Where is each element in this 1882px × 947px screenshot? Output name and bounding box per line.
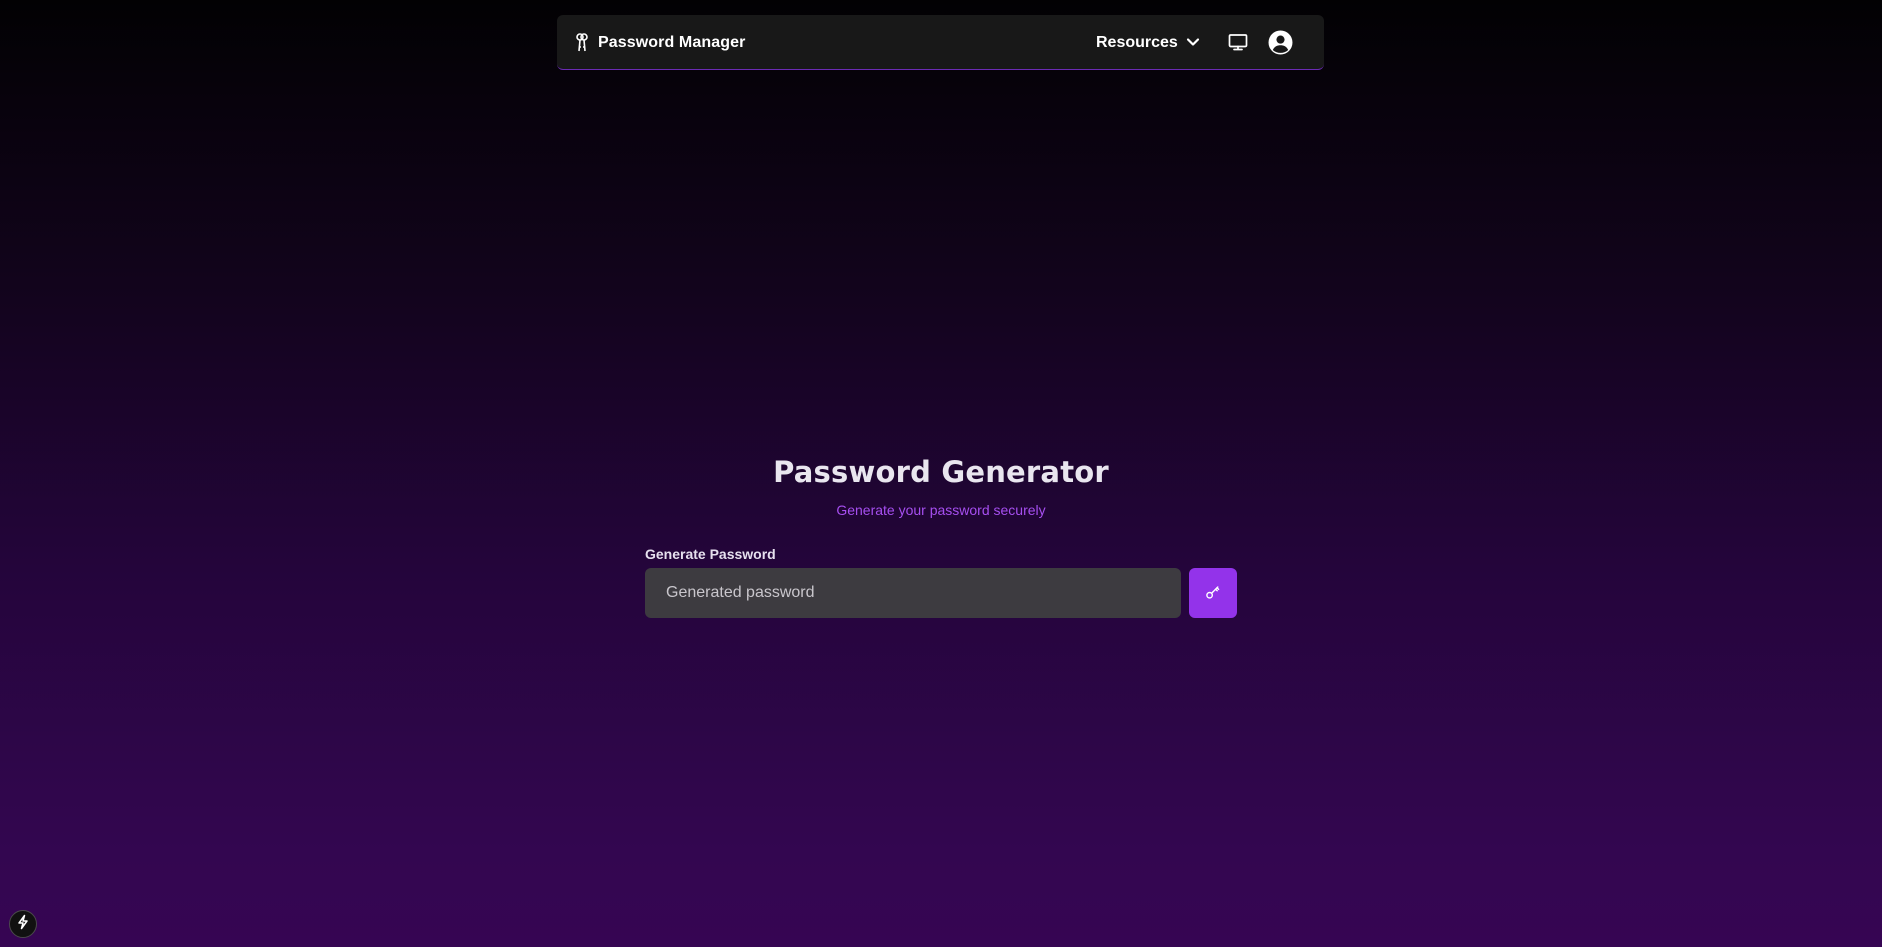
brand[interactable]: Password Manager	[575, 15, 745, 70]
monitor-icon[interactable]	[1227, 31, 1249, 53]
chevron-down-icon	[1186, 34, 1200, 52]
brand-label: Password Manager	[598, 33, 746, 51]
generate-password-button[interactable]	[1189, 568, 1237, 618]
user-circle-icon[interactable]	[1268, 30, 1293, 55]
generate-password-label: Generate Password	[645, 546, 776, 562]
page-title: Password Generator	[773, 455, 1109, 489]
resources-dropdown[interactable]: Resources	[1096, 15, 1200, 70]
key-icon	[1205, 584, 1221, 603]
page-subtitle: Generate your password securely	[836, 502, 1046, 518]
top-navbar: Password Manager Resources	[557, 15, 1324, 70]
lightning-bolt-icon	[16, 914, 30, 935]
keys-icon	[575, 32, 589, 53]
lightning-bolt-badge[interactable]	[9, 910, 37, 938]
resources-label: Resources	[1096, 33, 1178, 51]
generated-password-field[interactable]	[645, 568, 1181, 618]
